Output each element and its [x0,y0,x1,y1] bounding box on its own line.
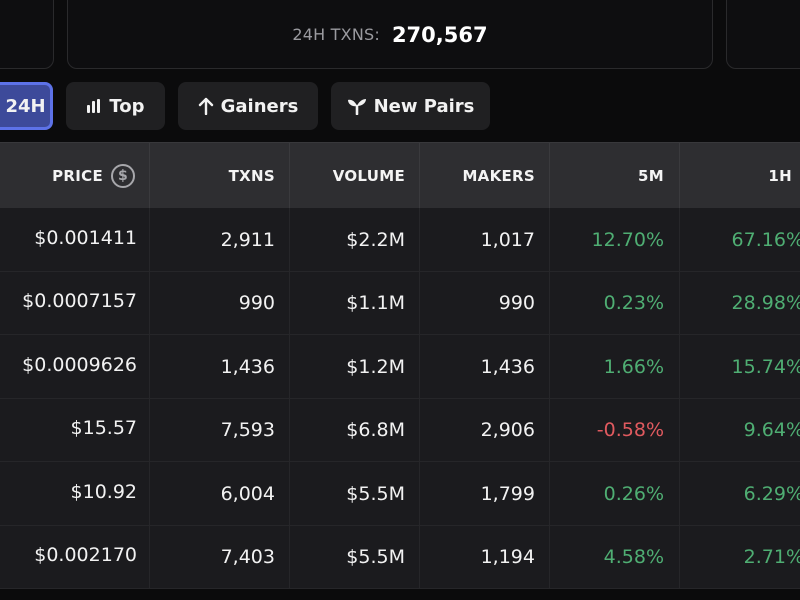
cell-5m-change: 1.66% [550,335,680,398]
table-header: PRICE $ TXNS VOLUME MAKERS 5M 1H [0,142,800,209]
cell-5m-change: 12.70% [550,208,680,271]
table-row[interactable]: $0.0007157 990 $1.1M 990 0.23% 28.98% [0,271,800,335]
stats-row: 24H TXNS: 270,567 [0,0,800,69]
cell-volume: $6.8M [290,398,420,462]
stat-card-txns: 24H TXNS: 270,567 [67,0,713,69]
cell-price: $0.002170 [0,525,150,589]
header-volume[interactable]: VOLUME [290,143,420,209]
cell-price: $10.92 [0,462,150,525]
cell-5m-change: 0.23% [550,271,680,335]
cell-makers: 2,906 [420,398,550,462]
table-body: $0.001411 2,911 $2.2M 1,017 12.70% 67.16% $0.0… [0,208,800,589]
cell-makers: 1,194 [420,525,550,589]
new-pairs-label: New Pairs [373,95,475,117]
bar-chart-icon [86,98,102,114]
cell-volume: $1.1M [290,271,420,335]
sprout-icon [347,97,367,115]
txns-label: 24H TXNS: [292,25,380,44]
header-price[interactable]: PRICE $ [0,143,150,209]
pairs-table: PRICE $ TXNS VOLUME MAKERS 5M 1H $0.0014… [0,142,800,589]
cell-txns: 7,593 [150,398,290,462]
cell-1h-change: 28.98% [731,292,800,314]
header-makers[interactable]: MAKERS [420,143,550,209]
cell-price: $0.0009626 [0,335,150,398]
top-label: Top [109,95,145,117]
cell-price: $15.57 [0,398,150,462]
header-5m[interactable]: 5M [550,143,680,209]
cell-1h-change: 67.16% [731,228,800,251]
cell-makers: 1,436 [420,335,550,398]
cell-makers: 990 [420,271,550,335]
cell-makers: 1,799 [420,462,550,525]
header-1h[interactable]: 1H [680,143,800,209]
timeframe-label: 24H [5,95,46,117]
cell-volume: $5.5M [290,525,420,589]
cell-txns: 2,911 [150,208,290,271]
cell-5m-change: 4.58% [550,525,680,589]
cell-txns: 7,403 [150,525,290,589]
cell-5m-change: 0.26% [550,462,680,525]
cell-makers: 1,017 [420,208,550,271]
gainers-button[interactable]: Gainers [178,82,318,130]
table-row[interactable]: $0.001411 2,911 $2.2M 1,017 12.70% 67.16% [0,208,800,272]
cell-txns: 1,436 [150,335,290,398]
table-row[interactable]: $10.92 6,004 $5.5M 1,799 0.26% 6.29% [0,462,800,526]
gainers-label: Gainers [220,95,299,117]
cell-volume: $5.5M [290,462,420,525]
cell-txns: 990 [150,271,290,335]
cell-5m-change: -0.58% [550,398,680,462]
new-pairs-button[interactable]: New Pairs [331,82,490,130]
header-price-label: PRICE [52,167,103,185]
cell-volume: $1.2M [290,335,420,398]
arrow-up-icon [198,97,214,115]
txns-value: 270,567 [391,22,488,47]
table-row[interactable]: $15.57 7,593 $6.8M 2,906 -0.58% 9.64% [0,398,800,462]
cell-1h-change: 9.64% [743,419,800,441]
table-row[interactable]: $0.0009626 1,436 $1.2M 1,436 1.66% 15.74% [0,335,800,399]
cell-1h-change: 6.29% [743,482,800,505]
table-row[interactable]: $0.002170 7,403 $5.5M 1,194 4.58% 2.71% [0,525,800,589]
cell-1h-change: 15.74% [731,355,800,378]
cell-price: $0.0007157 [0,271,150,335]
top-button[interactable]: Top [66,82,165,130]
stat-card-left [0,0,54,69]
stat-card-right [726,0,800,69]
cell-txns: 6,004 [150,462,290,525]
cell-price: $0.001411 [0,208,150,271]
dollar-circle-icon[interactable]: $ [111,164,135,188]
filter-bar: 24H Top Gainers New Pairs [0,82,800,130]
cell-1h-change: 2.71% [743,546,800,568]
cell-volume: $2.2M [290,208,420,271]
header-txns[interactable]: TXNS [150,143,290,209]
timeframe-24h-button[interactable]: 24H [0,82,53,130]
